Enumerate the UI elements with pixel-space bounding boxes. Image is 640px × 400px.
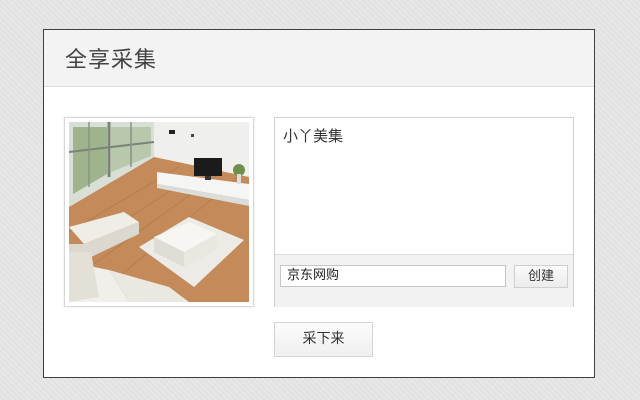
content-panel: 小丫美集 京东网购 创建 <box>274 117 574 307</box>
dialog-title: 全享采集 <box>65 48 158 73</box>
preview-image-frame <box>64 117 254 307</box>
panel-footer: 京东网购 创建 <box>275 254 573 307</box>
living-room-photo <box>69 122 249 302</box>
description-textarea[interactable]: 小丫美集 <box>275 118 573 254</box>
collect-button[interactable]: 采下来 <box>274 322 373 357</box>
collect-dialog: 全享采集 小丫美集 京东网购 创建 采下来 <box>43 29 595 378</box>
board-select[interactable]: 京东网购 <box>280 265 506 287</box>
dialog-header: 全享采集 <box>44 30 594 87</box>
create-button[interactable]: 创建 <box>514 265 568 288</box>
